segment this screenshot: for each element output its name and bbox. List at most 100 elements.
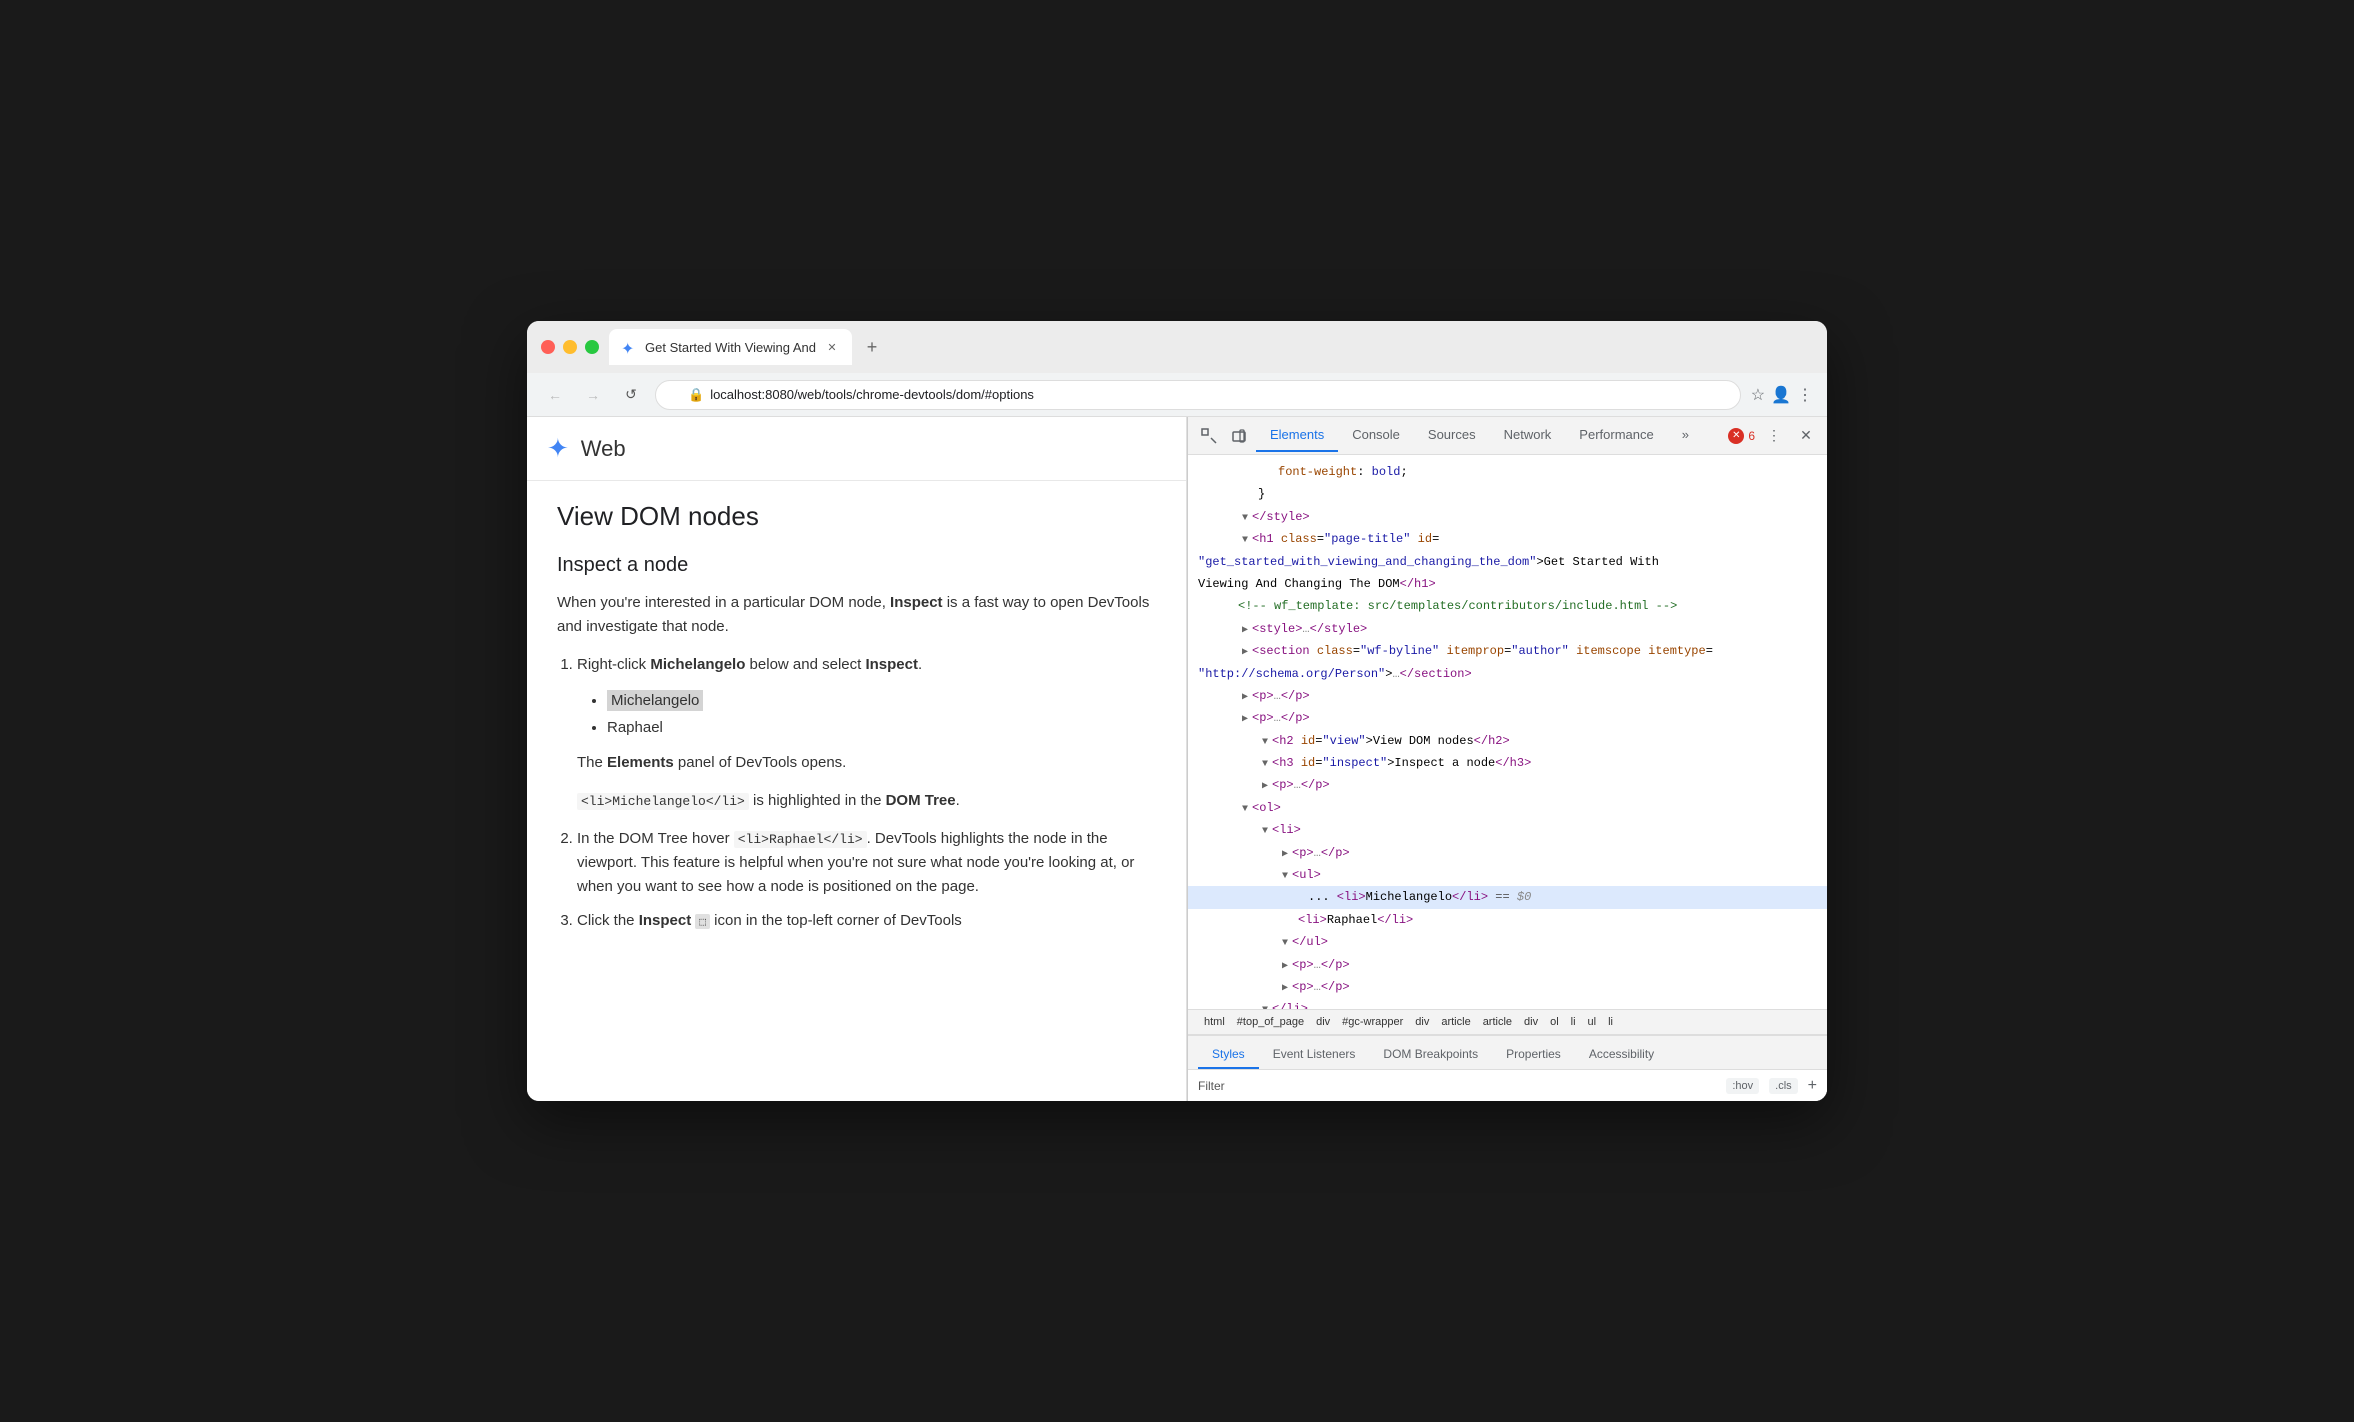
devtools-panel: Elements Console Sources Network Perform… (1187, 417, 1827, 1101)
page-heading2: View DOM nodes (557, 501, 1156, 532)
page-body: View DOM nodes Inspect a node When you'r… (527, 481, 1186, 967)
michelangelo-code: <li>Michelangelo</li> (577, 793, 749, 810)
breadcrumb-article1[interactable]: article (1435, 1016, 1476, 1028)
dom-line: <ol> (1188, 797, 1827, 819)
dom-highlighted-line: ... <li>Michelangelo</li> == $0 (1188, 886, 1827, 908)
browser-window: ✦ Get Started With Viewing And ✕ + ← → ↺… (527, 321, 1827, 1101)
tab-dom-breakpoints[interactable]: DOM Breakpoints (1369, 1041, 1492, 1069)
step3-text: Click the Inspect ⬚ icon in the top-left… (577, 912, 962, 929)
tab-more[interactable]: » (1668, 419, 1703, 452)
dom-line: "http://schema.org/Person">…</section> (1188, 663, 1827, 685)
dom-line: <ul> (1188, 864, 1827, 886)
dom-line: <p>…</p> (1188, 707, 1827, 729)
menu-icon[interactable]: ⋮ (1797, 385, 1813, 405)
refresh-button[interactable]: ↺ (617, 381, 645, 409)
page-header: ✦ Web (527, 417, 1186, 481)
page-heading3: Inspect a node (557, 554, 1156, 577)
new-tab-button[interactable]: + (858, 333, 886, 361)
dom-line: </ul> (1188, 931, 1827, 953)
step-3: Click the Inspect ⬚ icon in the top-left… (577, 909, 1156, 933)
breadcrumb-ol[interactable]: ol (1544, 1016, 1565, 1028)
breadcrumb-gc-wrapper[interactable]: #gc-wrapper (1336, 1016, 1409, 1028)
site-name: Web (581, 436, 626, 462)
dom-line: <li>Raphael</li> (1188, 909, 1827, 931)
page-content: ✦ Web View DOM nodes Inspect a node When… (527, 417, 1187, 1101)
step2-text: In the DOM Tree hover <li>Raphael</li>. … (577, 830, 1134, 895)
step1-text: Right-click Michelangelo below and selec… (577, 656, 922, 673)
breadcrumb-li1[interactable]: li (1565, 1016, 1582, 1028)
breadcrumb-top[interactable]: #top_of_page (1231, 1016, 1310, 1028)
address-input[interactable]: 🔒 localhost:8080/web/tools/chrome-devtoo… (655, 380, 1741, 410)
dom-line: <h2 id="view">View DOM nodes</h2> (1188, 730, 1827, 752)
tab-performance[interactable]: Performance (1565, 419, 1667, 452)
breadcrumb-div2[interactable]: div (1409, 1016, 1435, 1028)
michelangelo-bold: Michelangelo (650, 656, 745, 673)
lock-icon: 🔒 (688, 387, 704, 403)
dom-line: <p>…</p> (1188, 954, 1827, 976)
site-logo-icon: ✦ (547, 433, 569, 464)
back-button[interactable]: ← (541, 381, 569, 409)
steps-list: Right-click Michelangelo below and selec… (557, 653, 1156, 933)
step-1: Right-click Michelangelo below and selec… (577, 653, 1156, 813)
tab-close-button[interactable]: ✕ (824, 339, 840, 355)
breadcrumb-div3[interactable]: div (1518, 1016, 1544, 1028)
tab-event-listeners[interactable]: Event Listeners (1259, 1041, 1370, 1069)
profile-icon[interactable]: 👤 (1771, 385, 1791, 405)
michelangelo-item: Michelangelo (607, 687, 1156, 714)
active-tab[interactable]: ✦ Get Started With Viewing And ✕ (609, 329, 852, 365)
dom-line: <p>…</p> (1188, 774, 1827, 796)
tab-console[interactable]: Console (1338, 419, 1414, 452)
breadcrumb-bar: html #top_of_page div #gc-wrapper div ar… (1188, 1009, 1827, 1035)
intro-paragraph: When you're interested in a particular D… (557, 591, 1156, 639)
breadcrumb-ul[interactable]: ul (1582, 1016, 1603, 1028)
dom-line: font-weight: bold; (1188, 461, 1827, 483)
dom-line: </li> (1188, 998, 1827, 1009)
device-toolbar-button[interactable] (1226, 423, 1252, 449)
title-bar: ✦ Get Started With Viewing And ✕ + (527, 321, 1827, 373)
select-element-button[interactable] (1196, 423, 1222, 449)
breadcrumb-li2[interactable]: li (1602, 1016, 1619, 1028)
maximize-traffic-light[interactable] (585, 340, 599, 354)
devtools-close-button[interactable]: ✕ (1793, 423, 1819, 449)
breadcrumb-html[interactable]: html (1198, 1016, 1231, 1028)
tab-elements[interactable]: Elements (1256, 419, 1338, 452)
close-traffic-light[interactable] (541, 340, 555, 354)
traffic-lights (541, 340, 599, 354)
filter-input[interactable]: Filter (1198, 1079, 1716, 1093)
michelangelo-highlighted: Michelangelo (607, 690, 703, 711)
error-badge[interactable]: ✕ 6 (1728, 428, 1755, 444)
tab-bar: ✦ Get Started With Viewing And ✕ + (609, 329, 1813, 365)
hov-filter-badge[interactable]: :hov (1726, 1078, 1759, 1094)
tab-network[interactable]: Network (1490, 419, 1566, 452)
tab-sources[interactable]: Sources (1414, 419, 1490, 452)
address-bar: ← → ↺ 🔒 localhost:8080/web/tools/chrome-… (527, 373, 1827, 417)
raphael-code: <li>Raphael</li> (734, 831, 867, 848)
dom-line: <li> (1188, 819, 1827, 841)
tab-accessibility[interactable]: Accessibility (1575, 1041, 1668, 1069)
forward-button[interactable]: → (579, 381, 607, 409)
inspect-bold-2: Inspect (639, 912, 692, 929)
breadcrumb-div1[interactable]: div (1310, 1016, 1336, 1028)
dom-line: </style> (1188, 506, 1827, 528)
dom-line: <style>…</style> (1188, 618, 1827, 640)
tab-properties[interactable]: Properties (1492, 1041, 1575, 1069)
devtools-tabs: Elements Console Sources Network Perform… (1256, 419, 1724, 452)
tab-title: Get Started With Viewing And (645, 340, 816, 355)
devtools-right-controls: ✕ 6 ⋮ ✕ (1728, 423, 1819, 449)
step1-code-result: <li>Michelangelo</li> is highlighted in … (577, 789, 1156, 813)
dom-line: <section class="wf-byline" itemprop="aut… (1188, 640, 1827, 662)
breadcrumb-article2[interactable]: article (1477, 1016, 1518, 1028)
devtools-toolbar: Elements Console Sources Network Perform… (1188, 417, 1827, 455)
tab-styles[interactable]: Styles (1198, 1041, 1259, 1069)
address-text: localhost:8080/web/tools/chrome-devtools… (710, 387, 1034, 402)
dom-line: } (1188, 483, 1827, 505)
address-right-icons: ☆ 👤 ⋮ (1751, 385, 1813, 405)
dom-line: <p>…</p> (1188, 685, 1827, 707)
bookmark-icon[interactable]: ☆ (1751, 385, 1765, 405)
add-filter-button[interactable]: + (1808, 1077, 1817, 1095)
elements-bold: Elements (607, 754, 674, 771)
cls-filter-badge[interactable]: .cls (1769, 1078, 1798, 1094)
minimize-traffic-light[interactable] (563, 340, 577, 354)
dom-line: Viewing And Changing The DOM</h1> (1188, 573, 1827, 595)
devtools-more-button[interactable]: ⋮ (1761, 423, 1787, 449)
